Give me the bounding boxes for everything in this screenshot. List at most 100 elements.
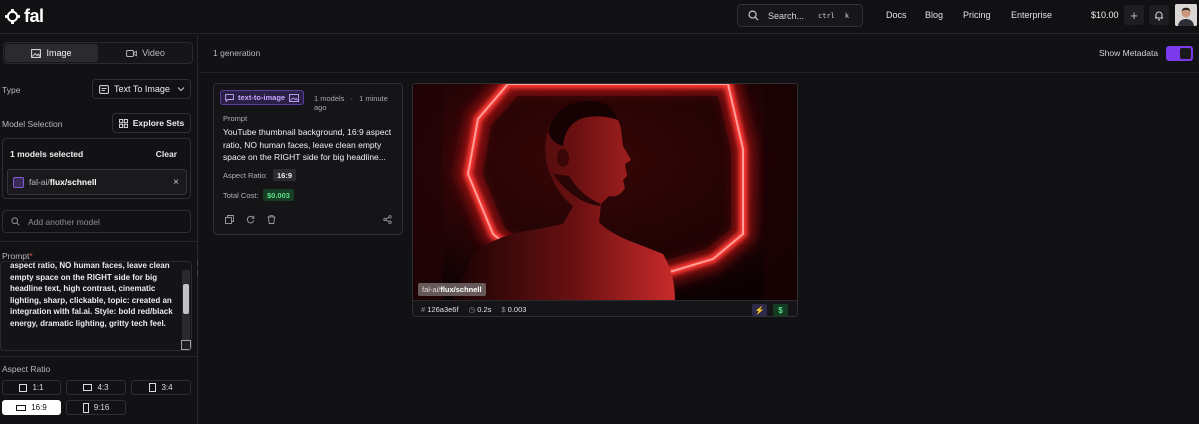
remove-model-close-icon[interactable]: × xyxy=(173,177,179,188)
square-icon xyxy=(19,383,28,392)
model-prefix: fal-ai/ xyxy=(29,177,50,187)
add-credits-button[interactable]: + xyxy=(1124,5,1144,25)
selected-models-box: 1 models selected Clear fal-ai/flux/schn… xyxy=(2,138,191,199)
image-footer: # 126a3e6f ◷ 0.2s $ 0.003 ⚡ $ xyxy=(413,300,797,316)
divider xyxy=(199,72,1199,73)
media-tabs: Image Video xyxy=(3,42,193,64)
model-selection-label: Model Selection xyxy=(2,119,63,129)
tab-video-label: Video xyxy=(142,48,165,58)
explore-sets-button[interactable]: Explore Sets xyxy=(112,113,191,133)
dollar-icon: $ xyxy=(501,305,506,314)
add-model-input[interactable]: Add another model xyxy=(2,210,191,233)
text-to-image-badge: text-to-image xyxy=(220,90,305,105)
model-image-icon xyxy=(13,176,24,188)
logo-text: fal xyxy=(24,6,44,26)
speed-badge-icon: ⚡ xyxy=(752,304,767,316)
scroll-thumb[interactable] xyxy=(183,284,189,314)
portrait-icon xyxy=(149,383,157,392)
aspect-ratio-4-3[interactable]: 4:3 xyxy=(66,380,126,395)
divider xyxy=(0,241,198,242)
type-select-value: Text To Image xyxy=(114,84,170,94)
search-icon xyxy=(11,217,20,226)
widescreen-icon xyxy=(16,404,27,411)
aspect-ratio-9-16[interactable]: 9:16 xyxy=(66,400,126,415)
chevron-down-icon xyxy=(177,87,185,92)
card-prompt-text: YouTube thumbnail background, 16:9 aspec… xyxy=(223,127,392,162)
show-metadata-label: Show Metadata xyxy=(1099,48,1159,58)
image-icon xyxy=(289,93,300,102)
image-duration-value: 0.2s xyxy=(477,305,492,314)
tall-icon xyxy=(82,402,89,413)
tab-image[interactable]: Image xyxy=(5,44,98,62)
shortcut-k: k xyxy=(844,11,850,20)
image-model-tag: fal-ai/flux/schnell xyxy=(418,283,486,296)
fal-logo[interactable]: fal xyxy=(5,6,44,27)
image-model-prefix: fal-ai/ xyxy=(422,285,441,294)
aspect-ratio-4-3-label: 4:3 xyxy=(97,383,109,392)
generated-image xyxy=(413,84,797,300)
share-icon[interactable] xyxy=(383,215,392,226)
nav-pricing[interactable]: Pricing xyxy=(963,10,991,20)
image-id: # 126a3e6f xyxy=(421,305,459,314)
prompt-textarea[interactable]: aspect ratio, NO human faces, leave clea… xyxy=(0,261,192,351)
shortcut-ctrl: ctrl xyxy=(818,11,835,20)
image-cost: $ 0.003 xyxy=(501,305,526,314)
avatar-image xyxy=(1175,4,1197,26)
aspect-ratio-1-1[interactable]: 1:1 xyxy=(2,380,61,395)
rerun-icon[interactable] xyxy=(246,215,255,226)
search-label: Search... xyxy=(768,10,805,21)
sidebar-resize-handle[interactable]: ⋮ ⋮ xyxy=(194,261,201,277)
image-duration: ◷ 0.2s xyxy=(469,305,492,314)
copy-icon[interactable] xyxy=(225,215,234,226)
aspect-ratio-3-4[interactable]: 3:4 xyxy=(131,380,191,395)
aspect-ratio-1-1-label: 1:1 xyxy=(32,383,44,392)
generation-card: text-to-image 1 models · 1 minute ago Pr… xyxy=(213,83,403,235)
fal-logo-icon xyxy=(5,9,20,24)
aspect-ratio-9-16-label: 9:16 xyxy=(93,403,110,412)
account-balance: $10.00 xyxy=(1091,10,1119,20)
type-select[interactable]: Text To Image xyxy=(92,79,191,99)
hash-icon: # xyxy=(421,305,426,314)
explore-sets-label: Explore Sets xyxy=(132,118,185,128)
card-aspect-ratio-label: Aspect Ratio: xyxy=(223,171,268,180)
generated-image-panel[interactable]: fal-ai/flux/schnell # 126a3e6f ◷ 0.2s $ … xyxy=(412,83,798,317)
generation-count: 1 generation xyxy=(213,48,261,58)
text-to-image-icon xyxy=(99,84,109,94)
user-avatar[interactable] xyxy=(1175,4,1197,26)
card-prompt-label: Prompt xyxy=(223,114,248,123)
model-name: flux/schnell xyxy=(49,177,97,187)
card-meta-separator: · xyxy=(350,94,354,103)
image-id-value: 126a3e6f xyxy=(427,305,459,314)
bell-icon xyxy=(1155,11,1163,21)
prompt-text: aspect ratio, NO human faces, leave clea… xyxy=(10,261,173,328)
divider xyxy=(0,356,198,357)
search-box[interactable]: Search... ctrl k xyxy=(737,4,863,27)
model-chip[interactable]: fal-ai/flux/schnell × xyxy=(7,169,187,195)
tab-video[interactable]: Video xyxy=(99,43,192,63)
show-metadata-toggle[interactable] xyxy=(1166,46,1193,61)
card-total-cost-value: $0.003 xyxy=(263,189,294,201)
grid-icon xyxy=(118,118,128,128)
models-selected-count: 1 models selected xyxy=(10,149,84,159)
nav-enterprise[interactable]: Enterprise xyxy=(1011,10,1052,20)
video-icon xyxy=(126,49,137,57)
aspect-ratio-3-4-label: 3:4 xyxy=(161,383,173,392)
aspect-ratio-16-9[interactable]: 16:9 xyxy=(2,400,61,415)
cost-badge-icon: $ xyxy=(773,304,788,316)
resize-handle[interactable] xyxy=(181,340,191,350)
card-meta: 1 models · 1 minute ago xyxy=(314,94,402,112)
notifications-button[interactable] xyxy=(1149,5,1169,25)
search-icon xyxy=(748,10,759,21)
nav-docs[interactable]: Docs xyxy=(886,10,907,20)
image-model-name: flux/schnell xyxy=(440,285,482,294)
nav-blog[interactable]: Blog xyxy=(925,10,943,20)
aspect-ratio-label: Aspect Ratio xyxy=(2,364,51,374)
card-model-count: 1 models xyxy=(314,94,345,103)
prompt-scrollbar[interactable] xyxy=(182,270,190,344)
clock-icon: ◷ xyxy=(468,305,476,314)
clear-models-button[interactable]: Clear xyxy=(156,149,177,159)
prompt-label: Prompt* xyxy=(2,251,33,261)
type-label: Type xyxy=(2,85,21,95)
required-marker: * xyxy=(29,251,33,261)
trash-icon[interactable] xyxy=(267,215,276,226)
